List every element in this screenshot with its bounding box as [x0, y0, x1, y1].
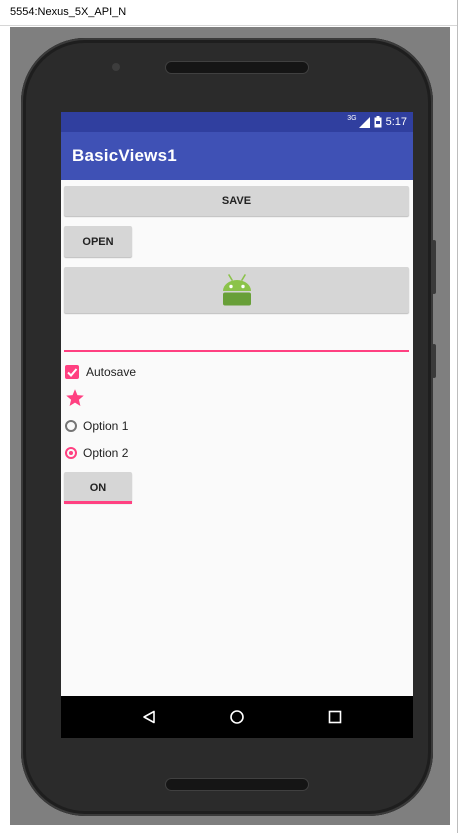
autosave-checkbox[interactable]: Autosave	[65, 363, 136, 381]
front-camera	[112, 63, 120, 71]
open-button[interactable]: OPEN	[64, 226, 132, 257]
radio-option-2[interactable]: Option 2	[65, 444, 128, 462]
recents-icon[interactable]	[327, 709, 343, 725]
volume-button[interactable]	[432, 344, 436, 378]
window-title-bar: 5554:Nexus_5X_API_N	[0, 0, 458, 26]
app-title: BasicViews1	[72, 146, 177, 165]
radio-option-1[interactable]: Option 1	[65, 417, 128, 435]
toggle-button[interactable]: ON	[64, 472, 132, 503]
device-screen: 3G 5:17 BasicViews1 SAVE OPEN Autosave O…	[61, 112, 413, 738]
battery-icon	[374, 116, 382, 128]
toggle-button-label: ON	[89, 481, 107, 494]
status-indicators: 3G 5:17	[347, 115, 407, 129]
radio-unchecked-icon[interactable]	[65, 420, 77, 432]
save-button[interactable]: SAVE	[64, 186, 409, 216]
status-bar: 3G 5:17	[61, 112, 413, 132]
text-input-underline[interactable]	[64, 350, 409, 352]
back-icon[interactable]	[141, 709, 157, 725]
toggle-on-indicator	[64, 501, 132, 504]
image-button[interactable]	[64, 267, 409, 313]
home-icon[interactable]	[229, 709, 245, 725]
status-time: 5:17	[385, 116, 407, 128]
signal-icon	[358, 116, 370, 128]
window-title: 5554:Nexus_5X_API_N	[10, 6, 127, 18]
star-icon[interactable]	[65, 388, 85, 408]
radio-option-2-label: Option 2	[83, 446, 129, 460]
radio-checked-icon[interactable]	[65, 447, 77, 459]
bottom-speaker-grille	[166, 779, 308, 790]
top-speaker-grille	[166, 62, 308, 73]
save-button-label: SAVE	[221, 195, 252, 207]
network-type-label: 3G	[347, 114, 357, 122]
android-robot-icon	[222, 274, 251, 306]
open-button-label: OPEN	[82, 235, 114, 248]
navigation-bar	[61, 696, 413, 738]
checkbox-checked-icon[interactable]	[65, 365, 79, 379]
checkbox-label: Autosave	[86, 365, 137, 379]
power-button[interactable]	[432, 240, 436, 294]
radio-option-1-label: Option 1	[83, 419, 129, 433]
app-toolbar: BasicViews1	[61, 132, 413, 180]
